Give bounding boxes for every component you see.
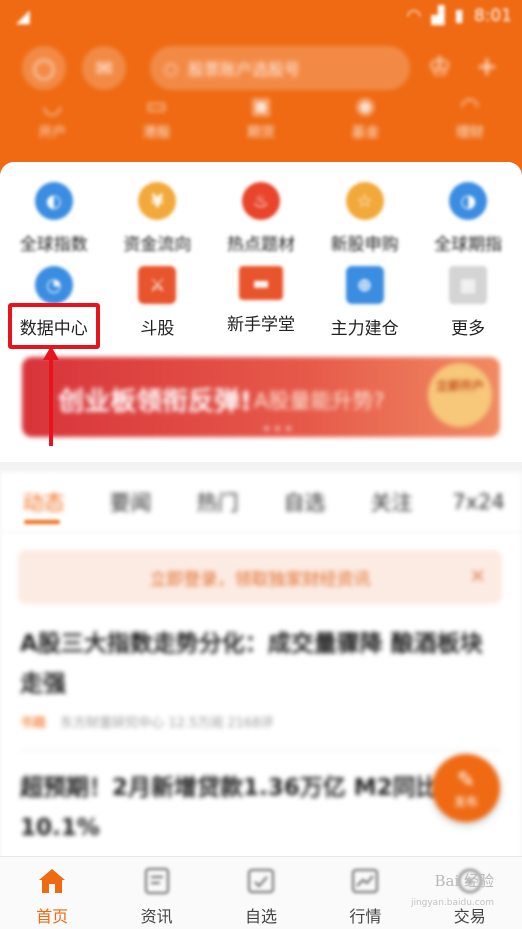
tab-dynamic[interactable]: 动态 bbox=[0, 487, 87, 517]
bank-icon: ◡ bbox=[42, 94, 62, 119]
grid-item-global-index[interactable]: ◐ 全球指数 bbox=[2, 182, 106, 255]
battle-icon: ⚔ bbox=[138, 266, 177, 304]
clock: 8:01 bbox=[473, 6, 512, 26]
search-placeholder: 股票账户选股号 bbox=[187, 60, 300, 79]
money-flow-icon: ¥ bbox=[138, 182, 177, 220]
signal-icon: ▟ bbox=[431, 6, 445, 26]
banner-pagination bbox=[264, 426, 291, 431]
more-grid-icon: ▦ bbox=[449, 266, 488, 304]
grid-item-main-position[interactable]: ⊕ 主力建仓 bbox=[313, 266, 417, 339]
shortcut-fund[interactable]: ◉ 基金 bbox=[325, 92, 405, 152]
grid-item-beginner-school[interactable]: ▬ 新手学堂 bbox=[209, 266, 313, 339]
hk-icon: ▭ bbox=[146, 94, 167, 119]
grid-item-more[interactable]: ▦ 更多 bbox=[416, 266, 520, 339]
news-tabs: 动态 要闻 热门 自选 关注 7x24 bbox=[0, 472, 522, 532]
tab-7x24[interactable]: 7x24 bbox=[435, 490, 522, 514]
user-avatar-button[interactable]: ◯ bbox=[22, 46, 66, 90]
globe-icon: ◐ bbox=[34, 182, 73, 220]
add-icon[interactable]: + bbox=[476, 52, 498, 82]
wealth-icon: ◠ bbox=[460, 94, 480, 119]
highlight-box-data-center bbox=[8, 303, 100, 349]
grid-item-fund-flow[interactable]: ¥ 资金流向 bbox=[106, 182, 210, 255]
nav-watchlist[interactable]: 自选 bbox=[209, 857, 313, 929]
divider bbox=[20, 750, 502, 751]
app-header: ◢ ◠ ▟ ▮ 8:01 ◯ ✉ ○ 股票账户选股号 ♔ + ◡ 开户 ▭ 港股 bbox=[0, 0, 522, 175]
tab-headlines[interactable]: 要闻 bbox=[87, 487, 174, 517]
nav-trade[interactable]: ¥ 交易 bbox=[418, 857, 522, 929]
baidu-watermark: Bai 经验 bbox=[434, 872, 494, 890]
grid-item-ipo[interactable]: ☆ 新股申购 bbox=[313, 182, 417, 255]
mail-icon: ✉ bbox=[95, 56, 113, 80]
open-account-button[interactable]: 立即开户 bbox=[428, 363, 492, 427]
nav-news[interactable]: 资讯 bbox=[105, 857, 209, 929]
news-tag: 书籍 bbox=[20, 716, 47, 731]
watchlist-icon bbox=[209, 865, 313, 897]
news-item[interactable]: A股三大指数走势分化：成交量骤降 酿酒板块走强 书籍 东方财富研究中心 12.5… bbox=[20, 624, 502, 731]
chef-hat-icon[interactable]: ♔ bbox=[428, 52, 451, 82]
blackboard-icon: ▬ bbox=[238, 266, 283, 300]
active-tab-indicator bbox=[24, 520, 60, 524]
grid-item-stock-battle[interactable]: ⚔ 斗股 bbox=[106, 266, 210, 339]
ipo-icon: ☆ bbox=[345, 182, 384, 220]
user-icon: ◯ bbox=[32, 56, 56, 80]
battery-icon: ▮ bbox=[454, 6, 464, 26]
flame-icon: ♨ bbox=[241, 182, 280, 220]
shortcut-open-account[interactable]: ◡ 开户 bbox=[12, 92, 92, 152]
tab-hot[interactable]: 热门 bbox=[174, 487, 261, 517]
shortcut-hk[interactable]: ▭ 港股 bbox=[117, 92, 197, 152]
futures-icon: ▣ bbox=[250, 94, 272, 119]
close-icon[interactable]: ✕ bbox=[469, 564, 486, 588]
fund-icon: ◉ bbox=[355, 94, 375, 119]
globe-futures-icon: ◑ bbox=[449, 182, 488, 220]
shortcut-wealth[interactable]: ◠ 理财 bbox=[430, 92, 510, 152]
status-bar: ◢ ◠ ▟ ▮ 8:01 bbox=[0, 0, 522, 34]
news-item[interactable]: 超预期！2月新增贷款1.36万亿 M2同比增长10.1% bbox=[20, 768, 502, 848]
baidu-watermark-url: jingyan.baidu.com bbox=[410, 898, 494, 908]
shortcut-futures[interactable]: ▣ 期货 bbox=[221, 92, 301, 152]
home-icon bbox=[0, 865, 104, 897]
header-shortcuts: ◡ 开户 ▭ 港股 ▣ 期货 ◉ 基金 ◠ 理财 bbox=[0, 92, 522, 152]
news-source: 东方财富研究中心 bbox=[60, 716, 165, 731]
notification-icon: ◢ bbox=[16, 6, 30, 27]
building-icon: ⊕ bbox=[345, 266, 384, 304]
pencil-icon: ✎ bbox=[456, 768, 476, 793]
wifi-icon: ◠ bbox=[406, 6, 422, 26]
bottom-nav: 首页 资讯 自选 行情 ¥ 交易 bbox=[0, 856, 522, 929]
tab-watchlist[interactable]: 自选 bbox=[261, 487, 348, 517]
nav-market[interactable]: 行情 bbox=[313, 857, 417, 929]
news-icon bbox=[105, 865, 209, 897]
grid-item-hot-topics[interactable]: ♨ 热点题材 bbox=[209, 182, 313, 255]
login-tip-banner[interactable]: 立即登录，领取独家财经资讯 ✕ bbox=[18, 550, 502, 604]
search-input[interactable]: ○ 股票账户选股号 bbox=[150, 46, 410, 90]
grid-item-global-futures[interactable]: ◑ 全球期指 bbox=[416, 182, 520, 255]
function-grid-row-1: ◐ 全球指数 ¥ 资金流向 ♨ 热点题材 ☆ 新股申购 ◑ 全球期指 bbox=[0, 182, 522, 255]
search-icon: ○ bbox=[164, 58, 178, 78]
message-button[interactable]: ✉ bbox=[82, 46, 126, 90]
red-arrow-annotation bbox=[43, 346, 59, 446]
tab-follow[interactable]: 关注 bbox=[348, 487, 435, 517]
promo-banner[interactable]: 创业板领衔反弹! A股量能升势? 立即开户 bbox=[22, 357, 500, 437]
nav-home[interactable]: 首页 bbox=[0, 857, 104, 929]
news-stats: 12.5万阅 2168评 bbox=[168, 716, 274, 731]
market-icon bbox=[313, 865, 417, 897]
pie-chart-icon: ◔ bbox=[34, 266, 73, 304]
publish-fab-button[interactable]: ✎ 发布 bbox=[432, 754, 500, 822]
top-bar: ◯ ✉ ○ 股票账户选股号 ♔ + bbox=[0, 46, 522, 90]
